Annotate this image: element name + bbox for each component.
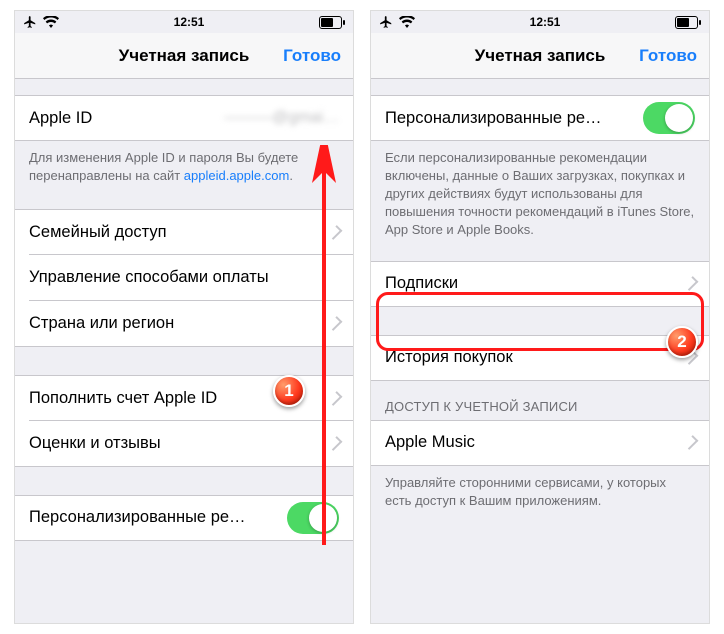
apple-id-value: ———@gmai… (224, 109, 339, 127)
phone-left: 12:51 Учетная запись Готово Apple ID ———… (14, 10, 354, 624)
clock: 12:51 (174, 15, 205, 29)
nav-bar: Учетная запись Готово (371, 33, 709, 79)
chevron-icon (328, 391, 343, 406)
nav-bar: Учетная запись Готово (15, 33, 353, 79)
phone-right: 12:51 Учетная запись Готово Персонализир… (370, 10, 710, 624)
personalized-toggle[interactable] (643, 102, 695, 134)
account-access-footer: Управляйте сторонними сервисами, у котор… (371, 466, 709, 520)
airplane-icon (379, 15, 393, 29)
account-access-header: ДОСТУП К УЧЕТНОЙ ЗАПИСИ (371, 381, 709, 420)
chevron-icon (684, 276, 699, 291)
apple-id-footer: Для изменения Apple ID и пароля Вы будет… (15, 141, 353, 195)
apple-id-label: Apple ID (29, 109, 224, 128)
chevron-icon (684, 435, 699, 450)
chevron-icon (328, 316, 343, 331)
country-region-row[interactable]: Страна или регион (15, 301, 353, 347)
ratings-reviews-row[interactable]: Оценки и отзывы (15, 421, 353, 467)
status-bar: 12:51 (371, 11, 709, 33)
battery-icon (675, 16, 701, 29)
wifi-icon (399, 16, 415, 28)
apple-music-row[interactable]: Apple Music (371, 420, 709, 466)
personalized-recs-row[interactable]: Персонализированные ре… (371, 95, 709, 141)
payment-methods-row[interactable]: Управление способами оплаты (15, 255, 353, 301)
personalized-recs-row[interactable]: Персонализированные ре… (15, 495, 353, 541)
done-button[interactable]: Готово (639, 46, 697, 66)
scroll-area[interactable]: Apple ID ———@gmai… Для изменения Apple I… (15, 79, 353, 623)
chevron-icon (328, 225, 343, 240)
airplane-icon (23, 15, 37, 29)
apple-id-row[interactable]: Apple ID ———@gmai… (15, 95, 353, 141)
annotation-badge-1: 1 (273, 375, 305, 407)
annotation-badge-2: 2 (666, 326, 698, 358)
status-bar: 12:51 (15, 11, 353, 33)
page-title: Учетная запись (475, 46, 606, 66)
scroll-area[interactable]: Персонализированные ре… Если персонализи… (371, 79, 709, 623)
family-sharing-row[interactable]: Семейный доступ (15, 209, 353, 255)
appleid-link[interactable]: appleid.apple.com (184, 168, 290, 183)
page-title: Учетная запись (119, 46, 250, 66)
purchase-history-row[interactable]: История покупок (371, 335, 709, 381)
wifi-icon (43, 16, 59, 28)
chevron-icon (328, 436, 343, 451)
personalized-toggle[interactable] (287, 502, 339, 534)
done-button[interactable]: Готово (283, 46, 341, 66)
personalized-footer: Если персонализированные рекомендации вк… (371, 141, 709, 249)
clock: 12:51 (530, 15, 561, 29)
subscriptions-row[interactable]: Подписки (371, 261, 709, 307)
battery-icon (319, 16, 345, 29)
